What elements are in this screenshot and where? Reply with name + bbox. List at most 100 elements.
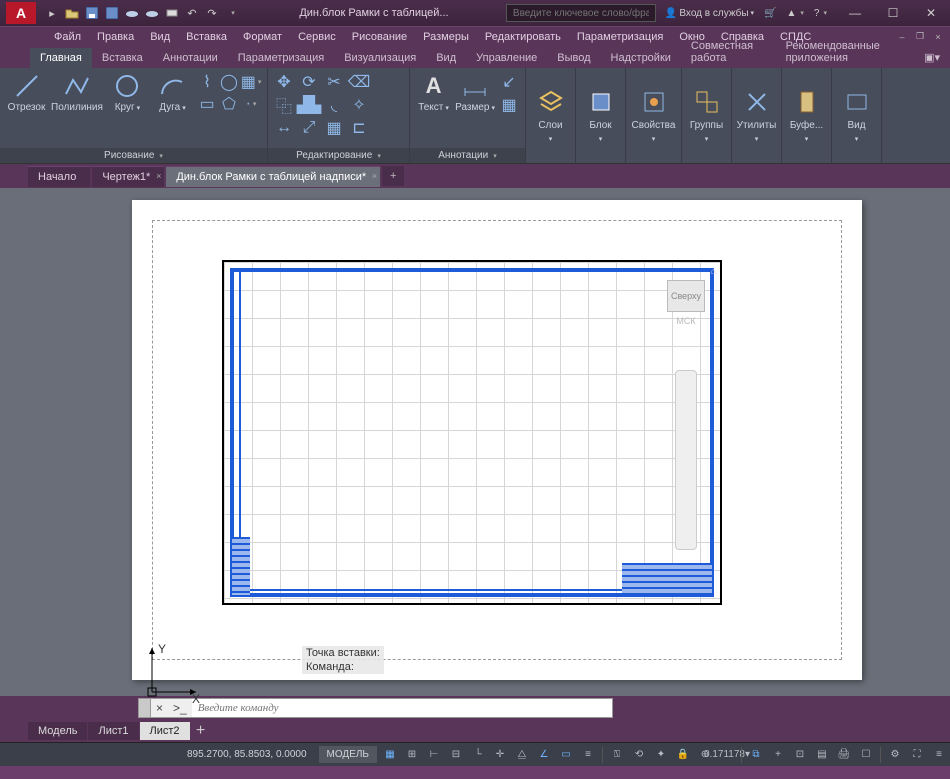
- status-model-paper-toggle[interactable]: МОДЕЛЬ: [319, 746, 377, 763]
- line-button[interactable]: Отрезок: [6, 72, 47, 113]
- qat-saveas-icon[interactable]: [104, 5, 120, 21]
- menu-tools[interactable]: Сервис: [290, 29, 344, 45]
- annotation-scale[interactable]: 0.171178 ▾: [716, 744, 738, 766]
- rectangle-icon[interactable]: ▭: [197, 94, 217, 114]
- fillet-icon[interactable]: ◟: [324, 95, 344, 115]
- arc-button[interactable]: Дуга▾: [152, 72, 193, 113]
- doc-tab-add-button[interactable]: +: [382, 166, 404, 186]
- offset-icon[interactable]: ⊏: [349, 118, 369, 138]
- minimize-button[interactable]: —: [836, 0, 874, 26]
- menu-dimension[interactable]: Размеры: [415, 29, 477, 45]
- dimension-button[interactable]: Размер▾: [455, 72, 495, 113]
- clean-screen-icon[interactable]: ⛶: [906, 744, 928, 766]
- command-input[interactable]: [192, 699, 612, 717]
- ribbon-tab-output[interactable]: Вывод: [547, 48, 600, 68]
- viewcube-home-icon[interactable]: ⌂: [711, 266, 716, 276]
- menu-edit[interactable]: Правка: [89, 29, 142, 45]
- 3dosnap-icon[interactable]: ✦: [650, 744, 672, 766]
- dynamic-input-icon[interactable]: ⊟: [445, 744, 467, 766]
- qat-undo-icon[interactable]: ↶: [184, 5, 200, 21]
- ribbon-tab-parametric[interactable]: Параметризация: [228, 48, 334, 68]
- lock-ui-icon[interactable]: 🖨: [833, 744, 855, 766]
- annotation-visibility-icon[interactable]: 🔒: [672, 744, 694, 766]
- polygon-icon[interactable]: ⬠: [219, 94, 239, 114]
- close-icon[interactable]: ×: [156, 171, 161, 181]
- ribbon-tab-insert[interactable]: Вставка: [92, 48, 153, 68]
- menu-modify[interactable]: Редактировать: [477, 29, 569, 45]
- viewcube-wcs[interactable]: МСК: [676, 316, 695, 326]
- maximize-button[interactable]: ☐: [874, 0, 912, 26]
- close-icon[interactable]: ×: [372, 171, 377, 181]
- panel-modify-title[interactable]: Редактирование: [268, 148, 409, 163]
- menu-parametric[interactable]: Параметризация: [569, 29, 671, 45]
- stretch-icon[interactable]: ↔: [274, 118, 294, 138]
- customize-status-icon[interactable]: ≡: [928, 744, 950, 766]
- menu-view[interactable]: Вид: [142, 29, 178, 45]
- ribbon-tab-annotation[interactable]: Аннотации: [153, 48, 228, 68]
- panel-block[interactable]: Блок▾: [576, 68, 626, 163]
- mirror-icon[interactable]: ▟▙: [299, 95, 319, 115]
- rotate-icon[interactable]: ⟳: [299, 72, 319, 92]
- scale-icon[interactable]: ⤢: [299, 118, 319, 138]
- ribbon-tab-search-icon[interactable]: ▣▾: [914, 47, 950, 68]
- units-icon[interactable]: ⊡: [789, 744, 811, 766]
- menu-insert[interactable]: Вставка: [178, 29, 235, 45]
- panel-utilities[interactable]: Утилиты▾: [732, 68, 782, 163]
- workspace-switch-icon[interactable]: ⧉: [745, 744, 767, 766]
- osnap-track-icon[interactable]: ▭: [555, 744, 577, 766]
- qat-save-icon[interactable]: [84, 5, 100, 21]
- qat-cloud-save-icon[interactable]: [144, 5, 160, 21]
- menu-draw[interactable]: Рисование: [344, 29, 415, 45]
- mdi-restore-icon[interactable]: ❐: [912, 30, 928, 44]
- infer-icon[interactable]: ⊢: [423, 744, 445, 766]
- array-icon[interactable]: ▦: [324, 118, 344, 138]
- polar-icon[interactable]: ✛: [489, 744, 511, 766]
- qat-new-icon[interactable]: ▸: [44, 5, 60, 21]
- layout-tab-add-button[interactable]: +: [191, 722, 211, 740]
- menu-file[interactable]: Файл: [46, 29, 89, 45]
- snap-icon[interactable]: ⊞: [401, 744, 423, 766]
- polyline-button[interactable]: Полилиния: [51, 72, 103, 113]
- panel-annotation-title[interactable]: Аннотации: [410, 148, 525, 163]
- status-coordinates[interactable]: 895.2700, 85.8503, 0.0000: [177, 749, 317, 760]
- layout-tab-sheet2[interactable]: Лист2: [140, 722, 190, 740]
- app-store-icon[interactable]: 🛒: [761, 8, 779, 19]
- viewcube[interactable]: Сверху: [667, 280, 705, 312]
- osnap-icon[interactable]: ∠: [533, 744, 555, 766]
- navigation-bar[interactable]: [675, 370, 697, 550]
- qat-customize-icon[interactable]: [224, 5, 240, 21]
- transparency-icon[interactable]: ⍂: [606, 744, 628, 766]
- ribbon-tab-view[interactable]: Вид: [426, 48, 466, 68]
- doc-tab-start[interactable]: Начало: [28, 166, 90, 187]
- cmdline-close-icon[interactable]: ×: [151, 701, 168, 715]
- help-icon[interactable]: ?: [811, 8, 830, 19]
- close-button[interactable]: ✕: [912, 0, 950, 26]
- mdi-close-icon[interactable]: ×: [930, 30, 946, 44]
- drawing-area[interactable]: ⌂ Сверху МСК YX Точка вставки: Команда:: [0, 188, 950, 696]
- trim-icon[interactable]: ✂: [324, 72, 344, 92]
- panel-properties[interactable]: Свойства▾: [626, 68, 682, 163]
- hatch-icon[interactable]: ▦: [241, 72, 261, 92]
- hardware-accel-icon[interactable]: ⚙: [884, 744, 906, 766]
- spline-icon[interactable]: ⌇: [197, 72, 217, 92]
- layout-tab-model[interactable]: Модель: [28, 722, 87, 740]
- cmdline-prompt-icon[interactable]: >_: [168, 701, 192, 715]
- menu-format[interactable]: Формат: [235, 29, 290, 45]
- panel-clipboard[interactable]: Буфе...▾: [782, 68, 832, 163]
- ortho-icon[interactable]: └: [467, 744, 489, 766]
- move-icon[interactable]: ✥: [274, 72, 294, 92]
- isodraft-icon[interactable]: ⧋: [511, 744, 533, 766]
- ribbon-tab-home[interactable]: Главная: [30, 48, 92, 68]
- ribbon-tab-manage[interactable]: Управление: [466, 48, 547, 68]
- point-icon[interactable]: ·: [241, 94, 261, 114]
- grid-icon[interactable]: ▦: [379, 744, 401, 766]
- app-logo[interactable]: A: [6, 2, 36, 24]
- layout-tab-sheet1[interactable]: Лист1: [88, 722, 138, 740]
- lineweight-icon[interactable]: ≡: [577, 744, 599, 766]
- panel-draw-title[interactable]: Рисование: [0, 148, 267, 163]
- ribbon-tab-featured[interactable]: Рекомендованные приложения: [776, 36, 915, 68]
- cmdline-grip-icon[interactable]: [139, 699, 151, 717]
- signin-button[interactable]: 👤Вход в службы▾: [662, 8, 757, 19]
- ribbon-tab-collab[interactable]: Совместная работа: [681, 36, 776, 68]
- ellipse-icon[interactable]: ◯: [219, 72, 239, 92]
